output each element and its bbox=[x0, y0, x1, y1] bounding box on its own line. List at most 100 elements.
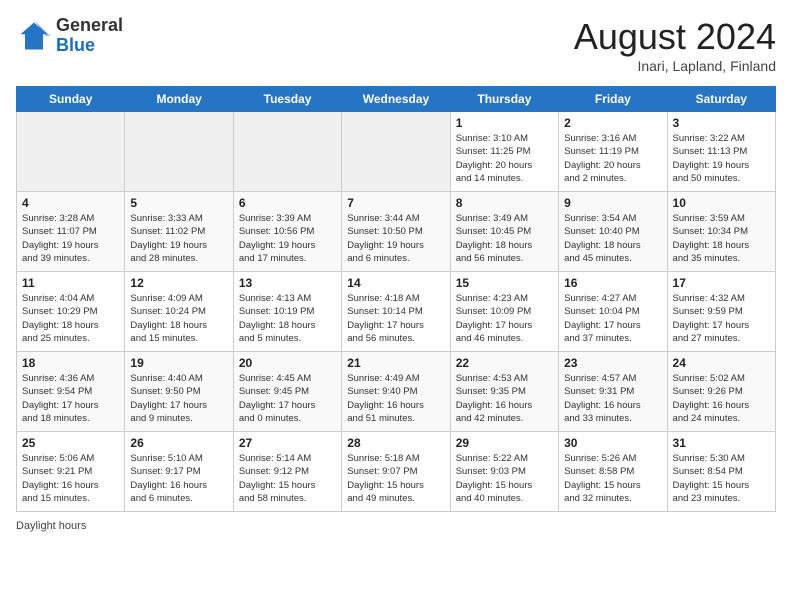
day-info: Sunrise: 4:09 AM Sunset: 10:24 PM Daylig… bbox=[130, 292, 227, 345]
day-number: 9 bbox=[564, 196, 661, 210]
day-info: Sunrise: 4:36 AM Sunset: 9:54 PM Dayligh… bbox=[22, 372, 119, 425]
table-row: 25 Sunrise: 5:06 AM Sunset: 9:21 PM Dayli… bbox=[17, 432, 125, 512]
title-block: August 2024 Inari, Lapland, Finland bbox=[574, 16, 776, 74]
location-subtitle: Inari, Lapland, Finland bbox=[574, 58, 776, 74]
day-info: Sunrise: 3:10 AM Sunset: 11:25 PM Daylig… bbox=[456, 132, 553, 185]
day-info: Sunrise: 3:39 AM Sunset: 10:56 PM Daylig… bbox=[239, 212, 336, 265]
day-number: 1 bbox=[456, 116, 553, 130]
day-info: Sunrise: 4:45 AM Sunset: 9:45 PM Dayligh… bbox=[239, 372, 336, 425]
day-number: 17 bbox=[673, 276, 770, 290]
day-info: Sunrise: 4:49 AM Sunset: 9:40 PM Dayligh… bbox=[347, 372, 444, 425]
col-sunday: Sunday bbox=[17, 87, 125, 112]
day-number: 7 bbox=[347, 196, 444, 210]
day-info: Sunrise: 3:16 AM Sunset: 11:19 PM Daylig… bbox=[564, 132, 661, 185]
day-number: 28 bbox=[347, 436, 444, 450]
table-row: 29 Sunrise: 5:22 AM Sunset: 9:03 PM Dayli… bbox=[450, 432, 558, 512]
day-number: 18 bbox=[22, 356, 119, 370]
table-row: 27 Sunrise: 5:14 AM Sunset: 9:12 PM Dayli… bbox=[233, 432, 341, 512]
calendar-week-row: 4Sunrise: 3:28 AM Sunset: 11:07 PM Dayli… bbox=[17, 192, 776, 272]
day-info: Sunrise: 3:54 AM Sunset: 10:40 PM Daylig… bbox=[564, 212, 661, 265]
day-number: 21 bbox=[347, 356, 444, 370]
day-number: 22 bbox=[456, 356, 553, 370]
page-header: General Blue August 2024 Inari, Lapland,… bbox=[16, 16, 776, 74]
calendar-week-row: 11 Sunrise: 4:04 AM Sunset: 10:29 PM Dayl… bbox=[17, 272, 776, 352]
table-row: 28Sunrise: 5:18 AM Sunset: 9:07 PM Dayli… bbox=[342, 432, 450, 512]
table-row: 12Sunrise: 4:09 AM Sunset: 10:24 PM Dayl… bbox=[125, 272, 233, 352]
col-wednesday: Wednesday bbox=[342, 87, 450, 112]
calendar-week-row: 18 Sunrise: 4:36 AM Sunset: 9:54 PM Dayli… bbox=[17, 352, 776, 432]
day-number: 26 bbox=[130, 436, 227, 450]
table-row: 20 Sunrise: 4:45 AM Sunset: 9:45 PM Dayli… bbox=[233, 352, 341, 432]
day-number: 29 bbox=[456, 436, 553, 450]
day-info: Sunrise: 5:14 AM Sunset: 9:12 PM Dayligh… bbox=[239, 452, 336, 505]
day-info: Sunrise: 4:40 AM Sunset: 9:50 PM Dayligh… bbox=[130, 372, 227, 425]
day-info: Sunrise: 3:28 AM Sunset: 11:07 PM Daylig… bbox=[22, 212, 119, 265]
day-number: 24 bbox=[673, 356, 770, 370]
col-tuesday: Tuesday bbox=[233, 87, 341, 112]
day-info: Sunrise: 4:23 AM Sunset: 10:09 PM Daylig… bbox=[456, 292, 553, 345]
day-number: 5 bbox=[130, 196, 227, 210]
table-row: 15Sunrise: 4:23 AM Sunset: 10:09 PM Dayl… bbox=[450, 272, 558, 352]
day-info: Sunrise: 5:02 AM Sunset: 9:26 PM Dayligh… bbox=[673, 372, 770, 425]
day-number: 23 bbox=[564, 356, 661, 370]
table-row: 21 Sunrise: 4:49 AM Sunset: 9:40 PM Dayli… bbox=[342, 352, 450, 432]
day-number: 30 bbox=[564, 436, 661, 450]
day-info: Sunrise: 4:04 AM Sunset: 10:29 PM Daylig… bbox=[22, 292, 119, 345]
table-row: 11 Sunrise: 4:04 AM Sunset: 10:29 PM Dayl… bbox=[17, 272, 125, 352]
day-info: Sunrise: 3:22 AM Sunset: 11:13 PM Daylig… bbox=[673, 132, 770, 185]
day-info: Sunrise: 4:32 AM Sunset: 9:59 PM Dayligh… bbox=[673, 292, 770, 345]
logo-icon bbox=[16, 18, 52, 54]
day-info: Sunrise: 4:13 AM Sunset: 10:19 PM Daylig… bbox=[239, 292, 336, 345]
table-row: 4Sunrise: 3:28 AM Sunset: 11:07 PM Dayli… bbox=[17, 192, 125, 272]
day-number: 19 bbox=[130, 356, 227, 370]
table-row: 18 Sunrise: 4:36 AM Sunset: 9:54 PM Dayli… bbox=[17, 352, 125, 432]
day-info: Sunrise: 5:26 AM Sunset: 8:58 PM Dayligh… bbox=[564, 452, 661, 505]
table-row: 30 Sunrise: 5:26 AM Sunset: 8:58 PM Dayli… bbox=[559, 432, 667, 512]
table-row: 7 Sunrise: 3:44 AM Sunset: 10:50 PM Dayli… bbox=[342, 192, 450, 272]
day-info: Sunrise: 3:44 AM Sunset: 10:50 PM Daylig… bbox=[347, 212, 444, 265]
calendar-week-row: 25 Sunrise: 5:06 AM Sunset: 9:21 PM Dayli… bbox=[17, 432, 776, 512]
table-row: 2 Sunrise: 3:16 AM Sunset: 11:19 PM Dayli… bbox=[559, 112, 667, 192]
calendar-table: Sunday Monday Tuesday Wednesday Thursday… bbox=[16, 86, 776, 512]
table-row: 5 Sunrise: 3:33 AM Sunset: 11:02 PM Dayli… bbox=[125, 192, 233, 272]
table-row: 22 Sunrise: 4:53 AM Sunset: 9:35 PM Dayli… bbox=[450, 352, 558, 432]
table-row: 9 Sunrise: 3:54 AM Sunset: 10:40 PM Dayli… bbox=[559, 192, 667, 272]
table-row: 17 Sunrise: 4:32 AM Sunset: 9:59 PM Dayli… bbox=[667, 272, 775, 352]
day-number: 2 bbox=[564, 116, 661, 130]
day-number: 13 bbox=[239, 276, 336, 290]
day-number: 16 bbox=[564, 276, 661, 290]
daylight-hours-label: Daylight hours bbox=[16, 520, 86, 532]
day-info: Sunrise: 4:18 AM Sunset: 10:14 PM Daylig… bbox=[347, 292, 444, 345]
day-info: Sunrise: 5:22 AM Sunset: 9:03 PM Dayligh… bbox=[456, 452, 553, 505]
day-info: Sunrise: 3:59 AM Sunset: 10:34 PM Daylig… bbox=[673, 212, 770, 265]
day-info: Sunrise: 4:27 AM Sunset: 10:04 PM Daylig… bbox=[564, 292, 661, 345]
day-number: 8 bbox=[456, 196, 553, 210]
day-info: Sunrise: 3:49 AM Sunset: 10:45 PM Daylig… bbox=[456, 212, 553, 265]
logo-blue-text: Blue bbox=[56, 36, 123, 56]
table-row bbox=[342, 112, 450, 192]
day-number: 11 bbox=[22, 276, 119, 290]
table-row: 14Sunrise: 4:18 AM Sunset: 10:14 PM Dayl… bbox=[342, 272, 450, 352]
day-number: 3 bbox=[673, 116, 770, 130]
table-row: 1 Sunrise: 3:10 AM Sunset: 11:25 PM Dayli… bbox=[450, 112, 558, 192]
day-number: 20 bbox=[239, 356, 336, 370]
day-number: 6 bbox=[239, 196, 336, 210]
table-row bbox=[125, 112, 233, 192]
day-info: Sunrise: 4:53 AM Sunset: 9:35 PM Dayligh… bbox=[456, 372, 553, 425]
day-info: Sunrise: 3:33 AM Sunset: 11:02 PM Daylig… bbox=[130, 212, 227, 265]
col-monday: Monday bbox=[125, 87, 233, 112]
day-number: 27 bbox=[239, 436, 336, 450]
table-row: 24 Sunrise: 5:02 AM Sunset: 9:26 PM Dayli… bbox=[667, 352, 775, 432]
day-info: Sunrise: 4:57 AM Sunset: 9:31 PM Dayligh… bbox=[564, 372, 661, 425]
table-row: 3 Sunrise: 3:22 AM Sunset: 11:13 PM Dayli… bbox=[667, 112, 775, 192]
table-row: 10Sunrise: 3:59 AM Sunset: 10:34 PM Dayl… bbox=[667, 192, 775, 272]
col-saturday: Saturday bbox=[667, 87, 775, 112]
table-row: 16 Sunrise: 4:27 AM Sunset: 10:04 PM Dayl… bbox=[559, 272, 667, 352]
day-number: 31 bbox=[673, 436, 770, 450]
day-info: Sunrise: 5:06 AM Sunset: 9:21 PM Dayligh… bbox=[22, 452, 119, 505]
table-row: 31Sunrise: 5:30 AM Sunset: 8:54 PM Dayli… bbox=[667, 432, 775, 512]
table-row: 13 Sunrise: 4:13 AM Sunset: 10:19 PM Dayl… bbox=[233, 272, 341, 352]
month-year-title: August 2024 bbox=[574, 16, 776, 58]
calendar-week-row: 1 Sunrise: 3:10 AM Sunset: 11:25 PM Dayli… bbox=[17, 112, 776, 192]
day-number: 25 bbox=[22, 436, 119, 450]
